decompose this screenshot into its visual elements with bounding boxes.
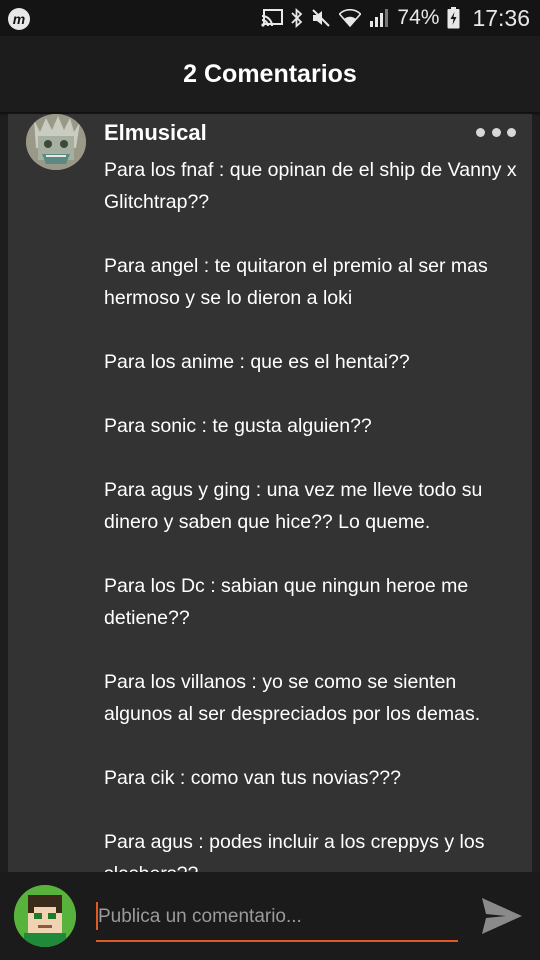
header: 2 Comentarios [0,36,540,112]
comment-paragraph: Para cik : como van tus novias??? [104,767,401,789]
app-notification-icon: m [8,8,30,30]
status-bar: m 74% 17:36 [0,0,540,36]
comment-paragraph: Para los anime : que es el hentai?? [104,351,410,373]
comment-paragraph: Para angel : te quitaron el premio al se… [104,255,488,309]
cast-icon [261,9,284,27]
comment-paragraph: Para agus : podes incluir a los creppys … [104,831,485,872]
more-dot [476,127,485,137]
clock: 17:36 [472,4,530,31]
send-icon[interactable] [480,896,524,936]
comment-paragraph: Para agus y ging : una vez me lleve todo… [104,479,483,533]
signal-icon [369,9,389,27]
more-dot [507,127,516,137]
bluetooth-icon [291,8,303,28]
more-dot [491,127,501,137]
comment-paragraph: Para los fnaf : que opinan de el ship de… [104,159,517,213]
commenter-avatar[interactable] [26,114,86,170]
comment-input[interactable] [96,900,458,934]
status-icons: 74% 17:36 [261,4,530,32]
comment-paragraph: Para los villanos : yo se como se siente… [104,671,481,725]
comment-author[interactable]: Elmusical [104,120,207,146]
user-avatar[interactable] [14,885,76,947]
battery-percent: 74% [397,6,440,29]
input-underline [96,940,458,942]
comment-body: Para los fnaf : que opinan de el ship de… [104,154,524,872]
wifi-icon [339,9,362,27]
page-title: 2 Comentarios [183,59,357,88]
mute-icon [311,8,331,28]
text-caret [96,902,98,930]
battery-icon [447,7,460,29]
more-options-icon[interactable] [476,122,516,142]
comment-paragraph: Para los Dc : sabian que ningun heroe me… [104,575,469,629]
comment-card: Elmusical Para los fnaf : que opinan de … [8,114,532,872]
comment-paragraph: Para sonic : te gusta alguien?? [104,415,372,437]
comment-composer [0,872,540,960]
